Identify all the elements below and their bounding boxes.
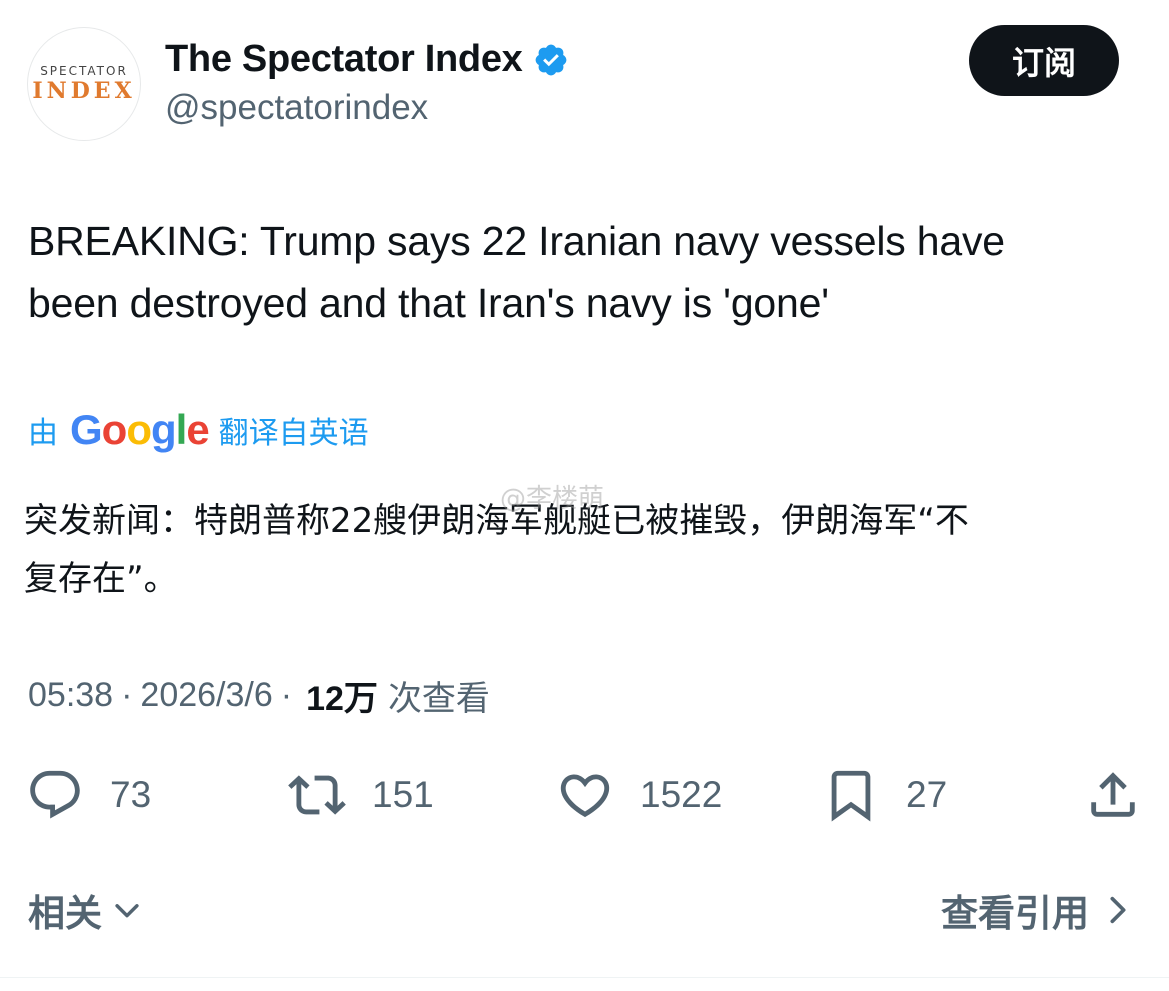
tweet-time[interactable]: 05:38 bbox=[28, 676, 113, 715]
tweet-text: BREAKING: Trump says 22 Iranian navy ves… bbox=[28, 210, 1128, 334]
reply-icon bbox=[30, 770, 80, 819]
view-count[interactable]: 12万 bbox=[306, 671, 378, 720]
share-icon bbox=[1091, 772, 1135, 817]
chevron-down-icon bbox=[115, 904, 139, 918]
avatar-text-bottom: INDEX bbox=[32, 78, 136, 104]
translation-attribution[interactable]: 由 Google 翻译自英语 bbox=[28, 402, 369, 458]
chevron-right-icon bbox=[1110, 896, 1126, 924]
tweet-date[interactable]: 2026/3/6 bbox=[140, 676, 272, 715]
retweet-icon bbox=[288, 775, 346, 815]
retweet-count: 151 bbox=[372, 774, 434, 815]
tweet-meta: 05:38 · 2026/3/6 · 12万 次查看 bbox=[28, 670, 490, 720]
share-button[interactable] bbox=[1084, 760, 1142, 830]
avatar[interactable]: SPECTATOR INDEX bbox=[27, 27, 141, 141]
like-count: 1522 bbox=[640, 774, 723, 815]
subscribe-button[interactable]: 订阅 bbox=[969, 25, 1119, 96]
meta-separator: · bbox=[121, 675, 133, 714]
translated-from-label: 翻译自英语 bbox=[218, 416, 369, 451]
bookmark-button[interactable]: 27 bbox=[822, 760, 947, 830]
reply-button[interactable]: 73 bbox=[26, 760, 151, 830]
reply-count: 73 bbox=[110, 774, 152, 815]
view-quotes-link[interactable]: 查看引用 bbox=[941, 885, 1133, 935]
view-count-label: 次查看 bbox=[387, 678, 490, 719]
view-quotes-label: 查看引用 bbox=[941, 892, 1089, 935]
divider bbox=[0, 977, 1169, 978]
like-button[interactable]: 1522 bbox=[556, 760, 722, 830]
bookmark-icon bbox=[831, 770, 871, 822]
tweet-text-line: been destroyed and that Iran's navy is '… bbox=[28, 280, 829, 326]
related-toggle[interactable]: 相关 bbox=[28, 885, 144, 935]
retweet-button[interactable]: 151 bbox=[288, 760, 434, 830]
bookmark-count: 27 bbox=[906, 774, 948, 815]
avatar-text-top: SPECTATOR bbox=[40, 64, 128, 78]
translated-text-line: 复存在”。 bbox=[24, 559, 178, 599]
verified-badge-icon bbox=[535, 44, 566, 75]
google-logo: Google bbox=[70, 406, 210, 453]
display-name[interactable]: The Spectator Index bbox=[165, 38, 569, 81]
heart-icon bbox=[560, 774, 610, 818]
translated-by-label: 由 bbox=[28, 416, 58, 451]
watermark: @李楼萌 bbox=[500, 484, 605, 514]
related-label: 相关 bbox=[28, 892, 102, 935]
tweet-header: SPECTATOR INDEX The Spectator Index @spe… bbox=[0, 0, 1169, 150]
display-name-text: The Spectator Index bbox=[165, 38, 523, 80]
tweet-text-line: BREAKING: Trump says 22 Iranian navy ves… bbox=[28, 218, 1005, 264]
handle[interactable]: @spectatorindex bbox=[165, 88, 428, 128]
action-bar: 73 151 1522 27 bbox=[0, 760, 1169, 830]
meta-separator: · bbox=[280, 675, 293, 714]
